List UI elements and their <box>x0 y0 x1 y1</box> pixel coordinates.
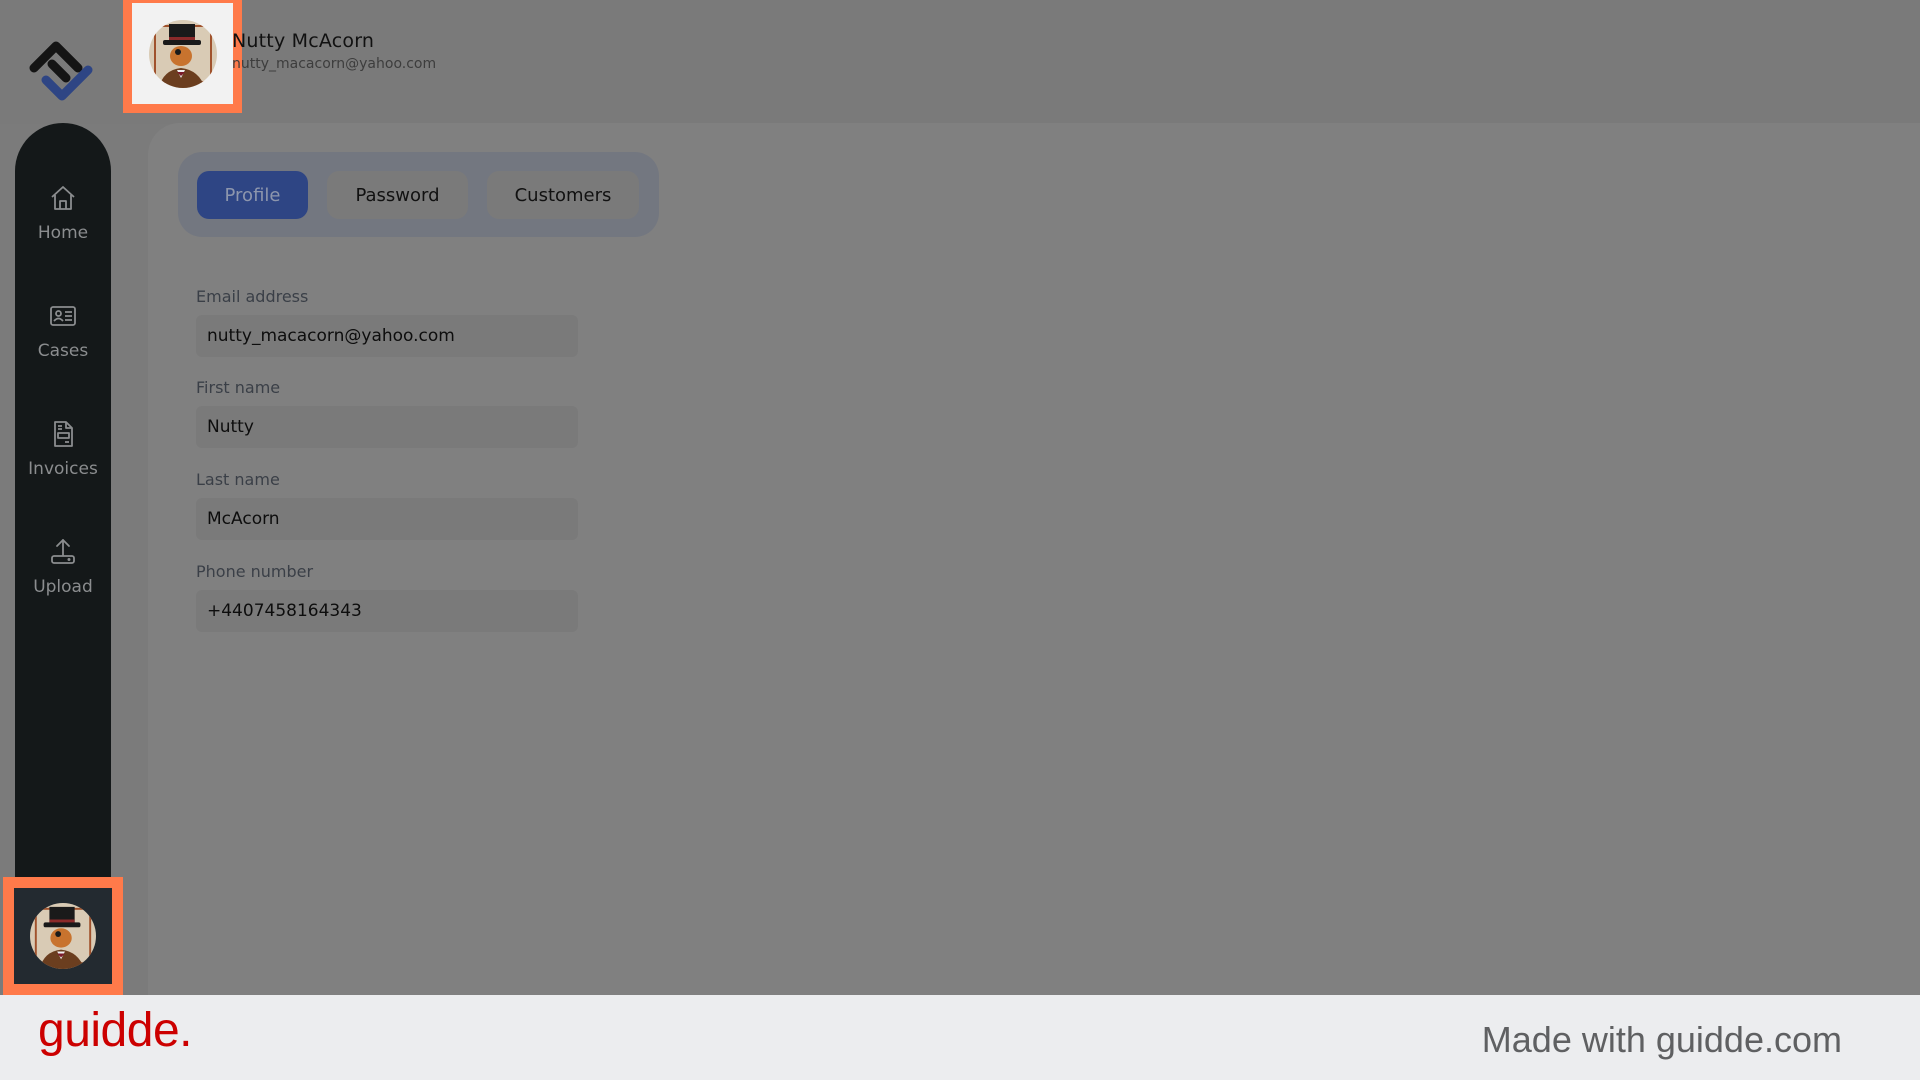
invoice-icon <box>54 421 73 447</box>
first-name-field: First name Nutty <box>196 378 578 448</box>
sidebar-item-cases[interactable]: Cases <box>15 301 111 361</box>
first-name-input[interactable]: Nutty <box>196 406 578 448</box>
guidde-logo[interactable]: guidde. <box>38 1003 192 1058</box>
user-avatar[interactable] <box>148 19 217 88</box>
phone-field: Phone number +4407458164343 <box>196 562 578 632</box>
sidebar-item-label: Cases <box>37 341 89 361</box>
tab-customers[interactable]: Customers <box>487 171 639 219</box>
id-card-icon <box>50 306 76 326</box>
email-label: Email address <box>196 287 309 306</box>
last-name-label: Last name <box>196 470 280 489</box>
sidebar-avatar-button[interactable] <box>3 877 123 995</box>
user-avatar[interactable] <box>30 903 96 969</box>
upload-icon <box>51 539 75 564</box>
sidebar-item-home[interactable]: Home <box>15 183 111 243</box>
settings-tabs: Profile Password Customers <box>178 152 659 237</box>
first-name-label: First name <box>196 378 281 397</box>
user-email: nutty_macacorn@yahoo.com <box>232 56 437 72</box>
sidebar-item-upload[interactable]: Upload <box>15 537 111 597</box>
footer: guidde. Made with guidde.com <box>0 995 1920 1080</box>
sidebar-item-label: Upload <box>33 577 93 597</box>
last-name-field: Last name McAcorn <box>196 470 578 540</box>
user-name: Nutty McAcorn <box>232 30 375 52</box>
last-name-input[interactable]: McAcorn <box>196 498 578 540</box>
app-logo-icon[interactable] <box>26 38 98 102</box>
tab-password[interactable]: Password <box>327 171 468 219</box>
phone-label: Phone number <box>196 562 314 581</box>
phone-input[interactable]: +4407458164343 <box>196 590 578 632</box>
user-header: Nutty McAcorn nutty_macacorn@yahoo.com <box>232 30 436 72</box>
email-field: Email address nutty_macacorn@yahoo.com <box>196 287 578 357</box>
made-with-text[interactable]: Made with guidde.com <box>1482 1019 1842 1061</box>
email-input[interactable]: nutty_macacorn@yahoo.com <box>196 315 578 357</box>
sidebar-item-label: Home <box>37 223 89 243</box>
header-avatar-highlight[interactable] <box>123 0 242 113</box>
tab-profile[interactable]: Profile <box>197 171 308 219</box>
home-icon <box>51 186 75 210</box>
sidebar: Home Cases Invoices Upload <box>15 123 111 1000</box>
sidebar-item-label: Invoices <box>28 459 98 479</box>
sidebar-item-invoices[interactable]: Invoices <box>15 419 111 479</box>
